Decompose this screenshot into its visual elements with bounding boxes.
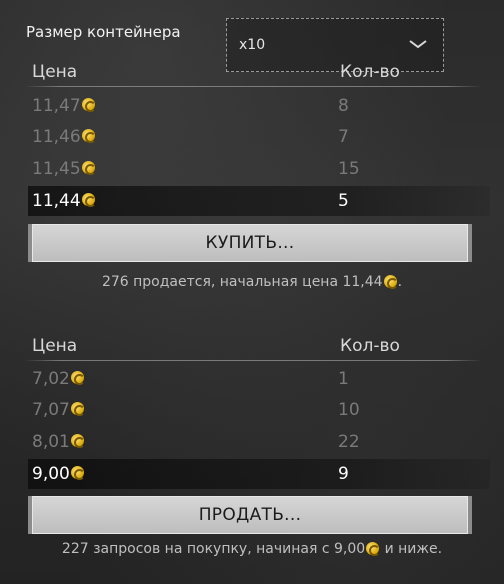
buy-summary-text: 276 продается, начальная цена 11,44. [101, 274, 403, 290]
buy-price-header: Цена [32, 62, 78, 82]
buy-order-price: 11,47 [32, 96, 96, 116]
buy-order-price: 11,46 [32, 127, 96, 147]
sell-order-price: 7,02 [32, 369, 85, 389]
sell-button[interactable]: ПРОДАТЬ... [28, 496, 472, 534]
sell-order-row[interactable]: 7,07 10 [28, 395, 490, 425]
buy-order-price: 11,45 [32, 159, 96, 179]
buy-qty-header: Кол-во [340, 62, 400, 82]
sell-order-row-best[interactable]: 9,00 9 [28, 459, 490, 489]
sell-order-row[interactable]: 7,02 1 [28, 364, 490, 394]
sell-order-qty: 9 [338, 464, 349, 484]
buy-order-row[interactable]: 11,45 15 [28, 154, 490, 184]
coin-icon [81, 98, 96, 112]
coin-icon [366, 542, 381, 556]
container-size-select[interactable]: x10 [226, 18, 444, 72]
buy-order-qty: 5 [338, 191, 349, 211]
sell-order-qty: 22 [338, 432, 360, 452]
sell-qty-header: Кол-во [340, 336, 400, 356]
coin-icon [81, 161, 96, 175]
buy-order-qty: 7 [338, 127, 349, 147]
buy-order-qty: 15 [338, 159, 360, 179]
container-size-value: x10 [239, 37, 266, 53]
sell-order-qty: 1 [338, 369, 349, 389]
coin-icon [70, 434, 85, 448]
sell-header-divider [24, 360, 482, 361]
container-size-label: Размер контейнера [26, 23, 181, 41]
sell-price-header: Цена [32, 336, 78, 356]
sell-order-qty: 10 [338, 400, 360, 420]
coin-icon [81, 129, 96, 143]
sell-order-row[interactable]: 8,01 22 [28, 427, 490, 457]
chevron-down-icon [409, 40, 427, 49]
coin-icon [81, 193, 96, 207]
sell-order-price: 8,01 [32, 432, 85, 452]
sell-summary-text: 227 запросов на покупку, начиная с 9,00 … [61, 541, 443, 557]
buy-order-row-best[interactable]: 11,44 5 [28, 186, 490, 216]
sell-order-price: 9,00 [32, 464, 85, 484]
buy-header-divider [24, 86, 482, 87]
buy-button[interactable]: КУПИТЬ... [28, 224, 472, 262]
coin-icon [383, 275, 398, 289]
buy-order-row[interactable]: 11,47 8 [28, 91, 490, 121]
buy-order-price: 11,44 [32, 191, 96, 211]
buy-order-qty: 8 [338, 96, 349, 116]
coin-icon [70, 466, 85, 480]
coin-icon [70, 371, 85, 385]
sell-order-price: 7,07 [32, 400, 85, 420]
coin-icon [70, 402, 85, 416]
buy-order-row[interactable]: 11,46 7 [28, 122, 490, 152]
